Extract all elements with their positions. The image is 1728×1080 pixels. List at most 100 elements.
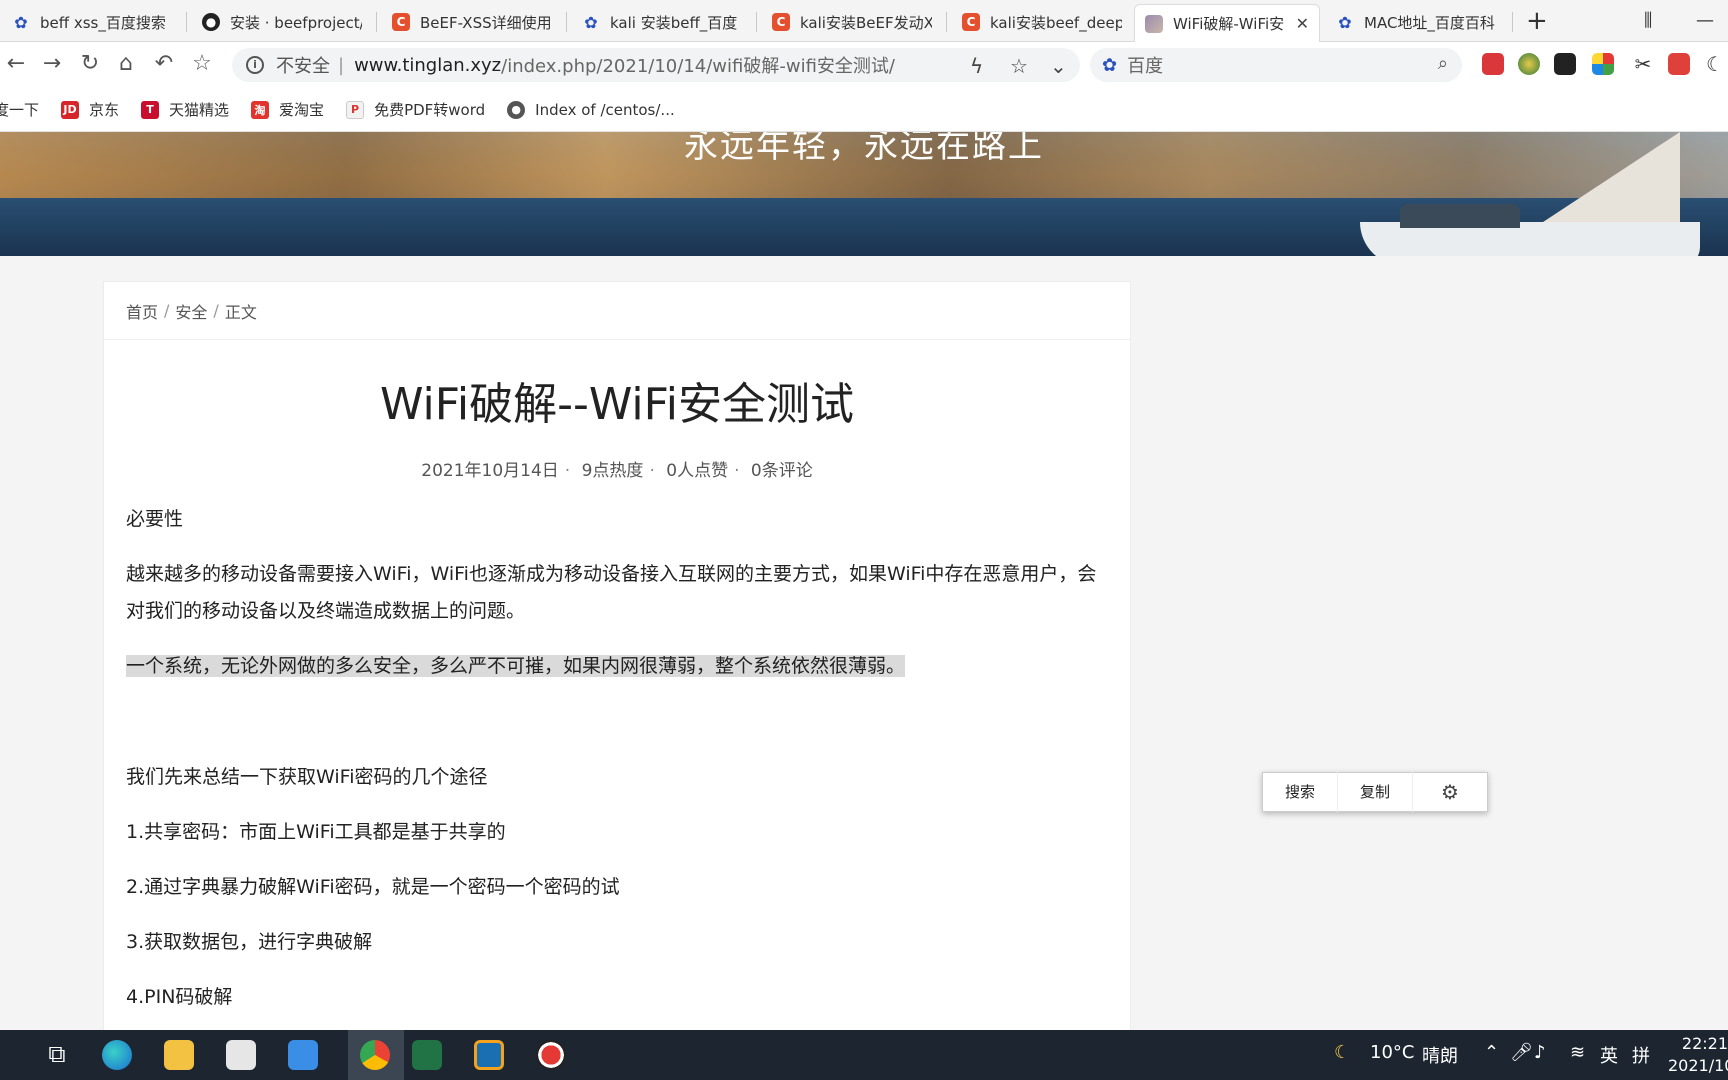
search-placeholder: 百度 <box>1127 56 1164 77</box>
pdf-icon: P <box>346 100 365 119</box>
new-tab-button[interactable]: + <box>1526 6 1548 36</box>
post-date: 2021年10月14日 <box>421 461 559 481</box>
url-path: /index.php/2021/10/14/wifi破解-wifi安全测试/ <box>501 56 895 77</box>
tab-mac-address[interactable]: ✿ MAC地址_百度百科 <box>1326 6 1512 38</box>
security-label: 不安全 <box>276 56 330 77</box>
extension-apps-icon[interactable] <box>1592 53 1614 75</box>
tab-title: WiFi破解-WiFi安 <box>1173 15 1285 33</box>
bookmark-jd[interactable]: JD 京东 <box>61 99 119 120</box>
system-clock[interactable]: 22:21 2021/10 <box>1668 1033 1728 1077</box>
moon-icon[interactable]: ☾ <box>1706 53 1728 75</box>
extension-globe-icon[interactable] <box>1518 53 1540 75</box>
back-button[interactable]: ← <box>2 50 30 78</box>
gear-icon[interactable]: ⚙ <box>1413 772 1487 812</box>
address-bar[interactable]: i 不安全 | www.tinglan.xyz /index.php/2021/… <box>232 48 1080 82</box>
extension-red-icon[interactable] <box>1482 53 1504 75</box>
reload-button[interactable]: ↻ <box>76 50 104 78</box>
hero-banner: 永远年轻，永远在路上 <box>0 132 1728 256</box>
wifi-icon[interactable]: ≋ <box>1570 1042 1585 1063</box>
ime-mode[interactable]: 拼 <box>1632 1042 1650 1068</box>
tab-strip: ✿ beff xss_百度搜索 ● 安装 · beefproject/ C Be… <box>0 0 1728 42</box>
baidu-paw-icon: ✿ <box>1102 54 1118 76</box>
csdn-icon: C <box>392 13 410 31</box>
paragraph: 越来越多的移动设备需要接入WiFi，WiFi也逐渐成为移动设备接入互联网的主要方… <box>126 563 1097 622</box>
bookmarks-bar: 度一下 JD 京东 T 天猫精选 淘 爱淘宝 P 免费PDF转word ● In… <box>0 88 1728 132</box>
task-view-icon[interactable]: ⧉ <box>42 1040 72 1070</box>
tab-beefproject[interactable]: ● 安装 · beefproject/ <box>192 6 372 38</box>
tab-wifi-active[interactable]: WiFi破解-WiFi安 ✕ <box>1134 4 1320 42</box>
bookmark-label: 天猫精选 <box>169 101 230 119</box>
bookmark-pdf[interactable]: P 免费PDF转word <box>346 99 485 120</box>
mail-icon[interactable] <box>288 1040 318 1070</box>
ime-language[interactable]: 英 <box>1600 1042 1618 1068</box>
post-comments[interactable]: 0条评论 <box>751 461 813 481</box>
windows-taskbar: ⧉ ☾ 10°C 晴朗 ⌃ 🎤︎ ♪ ≋ 英 拼 22:21 2021/10 <box>0 1030 1728 1080</box>
search-selection-button[interactable]: 搜索 <box>1263 772 1338 812</box>
bookmark-label: 免费PDF转word <box>374 101 486 119</box>
url-host: www.tinglan.xyz <box>354 54 502 76</box>
taobao-icon: 淘 <box>251 100 270 119</box>
file-explorer-icon[interactable] <box>164 1040 194 1070</box>
extension-mask-icon[interactable] <box>1554 53 1576 75</box>
bookmark-label: 京东 <box>89 101 120 119</box>
chevron-down-icon[interactable]: ⌄ <box>1050 54 1067 78</box>
tray-chevron-icon[interactable]: ⌃ <box>1484 1042 1499 1063</box>
csdn-icon: C <box>772 13 790 31</box>
project-app-icon[interactable] <box>412 1040 442 1070</box>
search-icon[interactable]: ⌕ <box>1438 53 1448 74</box>
tab-beef-xss[interactable]: C BeEF-XSS详细使用 <box>382 6 562 38</box>
tab-list-icon[interactable]: ⫼ <box>1644 10 1652 31</box>
close-icon[interactable]: ✕ <box>1296 14 1309 33</box>
baidu-paw-icon: ✿ <box>14 12 28 32</box>
selection-context-menu: 搜索 复制 ⚙ <box>1262 772 1488 812</box>
bookmark-tmall[interactable]: T 天猫精选 <box>141 99 229 120</box>
site-slogan: 永远年轻，永远在路上 <box>684 132 1044 166</box>
globe-icon: ● <box>507 100 526 119</box>
weather-condition[interactable]: 晴朗 <box>1422 1042 1458 1068</box>
vm-app-icon[interactable] <box>474 1040 504 1070</box>
paragraph: 我们先来总结一下获取WiFi密码的几个途径 <box>126 766 488 788</box>
pdf-extension-icon[interactable] <box>1668 53 1690 75</box>
lightning-icon[interactable]: ϟ <box>970 54 983 78</box>
tab-title: kali 安装beff_百度 <box>610 13 738 32</box>
volume-icon[interactable]: ♪ <box>1534 1042 1546 1063</box>
breadcrumb-current: 正文 <box>224 302 257 322</box>
minimize-button[interactable]: — <box>1696 10 1714 31</box>
edge-icon[interactable] <box>102 1040 132 1070</box>
recorder-icon[interactable] <box>536 1040 566 1070</box>
csdn-icon: C <box>962 13 980 31</box>
home-button[interactable]: ⌂ <box>112 50 140 78</box>
bookmark-baidu[interactable]: 度一下 <box>0 99 39 120</box>
paragraph: 必要性 <box>126 508 184 530</box>
post-meta: 2021年10月14日 · 9点热度 · 0人点赞 · 0条评论 <box>421 461 813 481</box>
star-icon[interactable]: ☆ <box>1010 54 1028 78</box>
bookmark-star-button[interactable]: ☆ <box>188 50 216 78</box>
microphone-icon[interactable]: 🎤︎ <box>1510 1042 1533 1063</box>
search-input[interactable]: ✿ 百度 ⌕ <box>1090 48 1462 82</box>
weather-temp[interactable]: 10°C <box>1370 1042 1414 1063</box>
list-item: 3.获取数据包，进行字典破解 <box>126 931 373 953</box>
forward-button[interactable]: → <box>38 50 66 78</box>
list-item: 1.共享密码：市面上WiFi工具都是基于共享的 <box>126 821 506 843</box>
bookmark-taobao[interactable]: 淘 爱淘宝 <box>251 99 324 120</box>
selected-paragraph: 一个系统，无论外网做的多么安全，多么严不可摧，如果内网很薄弱，整个系统依然很薄弱… <box>126 655 906 677</box>
chrome-icon[interactable] <box>360 1040 390 1070</box>
tmall-icon: T <box>141 100 160 119</box>
copy-selection-button[interactable]: 复制 <box>1338 772 1413 812</box>
breadcrumb-category[interactable]: 安全 <box>175 299 207 323</box>
tab-beff-xss[interactable]: ✿ beff xss_百度搜索 <box>2 6 182 38</box>
tab-kali-beef-deep[interactable]: C kali安装beef_deep <box>952 6 1132 38</box>
breadcrumb-home[interactable]: 首页 <box>126 299 158 323</box>
info-icon[interactable]: i <box>246 56 264 74</box>
breadcrumb: 首页 / 安全 / 正文 <box>104 282 1130 340</box>
tab-kali-beef-x[interactable]: C kali安装BeEF发动X <box>762 6 942 38</box>
tab-title: 安装 · beefproject/ <box>230 13 362 32</box>
store-icon[interactable] <box>226 1040 256 1070</box>
baidu-paw-icon: ✿ <box>1338 12 1352 32</box>
bookmark-centos[interactable]: ● Index of /centos/... <box>507 100 675 119</box>
undo-close-button[interactable]: ↶ <box>150 50 178 78</box>
scissors-icon[interactable]: ✂ <box>1632 53 1654 75</box>
tab-kali-beff[interactable]: ✿ kali 安装beff_百度 <box>572 6 752 38</box>
bookmark-label: 度一下 <box>0 101 40 119</box>
list-item: 4.PIN码破解 <box>126 986 233 1008</box>
